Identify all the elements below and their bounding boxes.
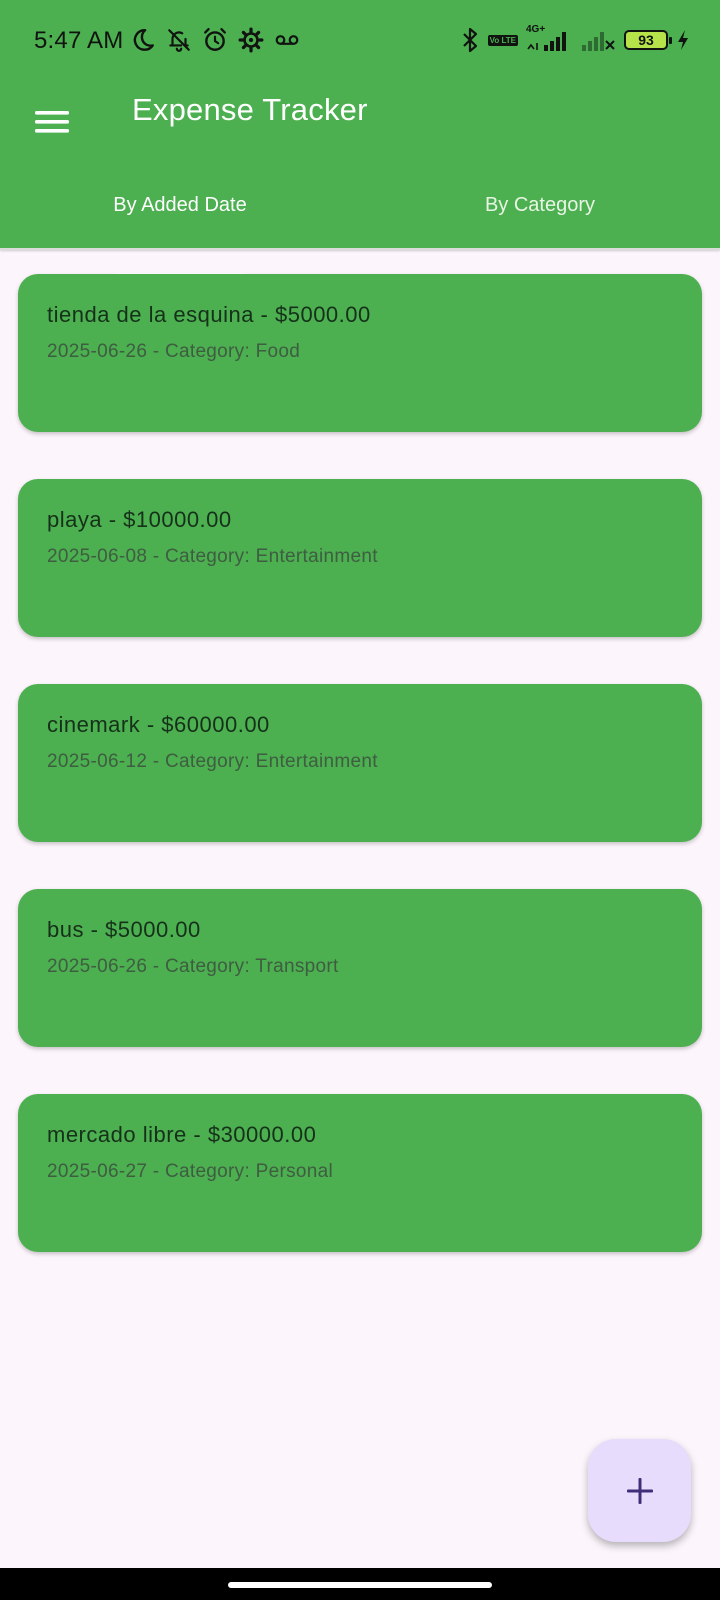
app-header: 5:47 AM Vo LTE 4G+ 93 Expense Tracker By… — [0, 0, 720, 278]
battery-icon: 93 — [624, 30, 672, 50]
hamburger-menu-icon — [35, 111, 69, 133]
battery-level: 93 — [638, 32, 654, 48]
network-type-label: 4G+ — [526, 24, 546, 35]
tab-label: By Category — [485, 194, 595, 250]
expense-subtitle: 2025-06-26 - Category: Food — [47, 341, 301, 362]
expense-card[interactable]: mercado libre - $30000.00 2025-06-27 - C… — [18, 1094, 702, 1252]
status-time: 5:47 AM — [34, 27, 124, 54]
bluetooth-icon — [460, 26, 480, 54]
status-bar: 5:47 AM Vo LTE 4G+ 93 — [0, 0, 720, 84]
app-screen: 5:47 AM Vo LTE 4G+ 93 Expense Tracker By… — [0, 0, 720, 1600]
menu-button[interactable] — [26, 96, 78, 148]
charging-icon — [676, 29, 690, 51]
expense-title: tienda de la esquina - $5000.00 — [47, 302, 371, 327]
status-icons-right: Vo LTE 4G+ 93 — [460, 24, 690, 56]
status-icons-left — [130, 24, 300, 56]
home-gesture-handle[interactable] — [228, 1582, 492, 1588]
expense-list: tienda de la esquina - $5000.00 2025-06-… — [18, 274, 702, 1299]
app-toolbar: Expense Tracker — [0, 84, 720, 164]
expense-title: bus - $5000.00 — [47, 917, 201, 942]
expense-subtitle: 2025-06-26 - Category: Transport — [47, 956, 339, 977]
tab-by-added-date[interactable]: By Added Date — [0, 170, 360, 278]
expense-card[interactable]: playa - $10000.00 2025-06-08 - Category:… — [18, 479, 702, 637]
alarm-icon — [202, 27, 228, 53]
expense-title: playa - $10000.00 — [47, 507, 232, 532]
voicemail-icon — [274, 27, 300, 53]
expense-subtitle: 2025-06-08 - Category: Entertainment — [47, 546, 378, 567]
signal-4g-icon: 4G+ — [526, 24, 572, 53]
bell-off-icon — [166, 27, 192, 53]
signal-no-service-icon — [580, 27, 616, 53]
expense-subtitle: 2025-06-27 - Category: Personal — [47, 1161, 334, 1182]
tab-by-category-label: By Category — [484, 194, 596, 216]
system-navigation-bar — [0, 1568, 720, 1600]
plus-icon — [626, 1477, 653, 1504]
expense-title: mercado libre - $30000.00 — [47, 1122, 317, 1147]
tab-divider — [0, 248, 720, 250]
page-title: Expense Tracker — [132, 92, 368, 127]
volte-icon: Vo LTE — [487, 34, 518, 46]
expense-title: cinemark - $60000.00 — [47, 712, 270, 737]
tab-by-category[interactable]: By Category — [360, 170, 720, 250]
tab-bar: By Added Date By Category — [0, 170, 720, 278]
tab-by-added-date-label: By Added Date — [113, 194, 247, 216]
expense-card[interactable]: cinemark - $60000.00 2025-06-12 - Catego… — [18, 684, 702, 842]
expense-card[interactable]: tienda de la esquina - $5000.00 2025-06-… — [18, 274, 702, 432]
settings-cog-icon — [238, 27, 264, 53]
add-expense-button[interactable] — [588, 1439, 691, 1542]
moon-icon — [130, 27, 156, 53]
tab-label: By Added Date — [113, 194, 247, 278]
expense-subtitle: 2025-06-12 - Category: Entertainment — [47, 751, 378, 772]
expense-card[interactable]: bus - $5000.00 2025-06-26 - Category: Tr… — [18, 889, 702, 1047]
